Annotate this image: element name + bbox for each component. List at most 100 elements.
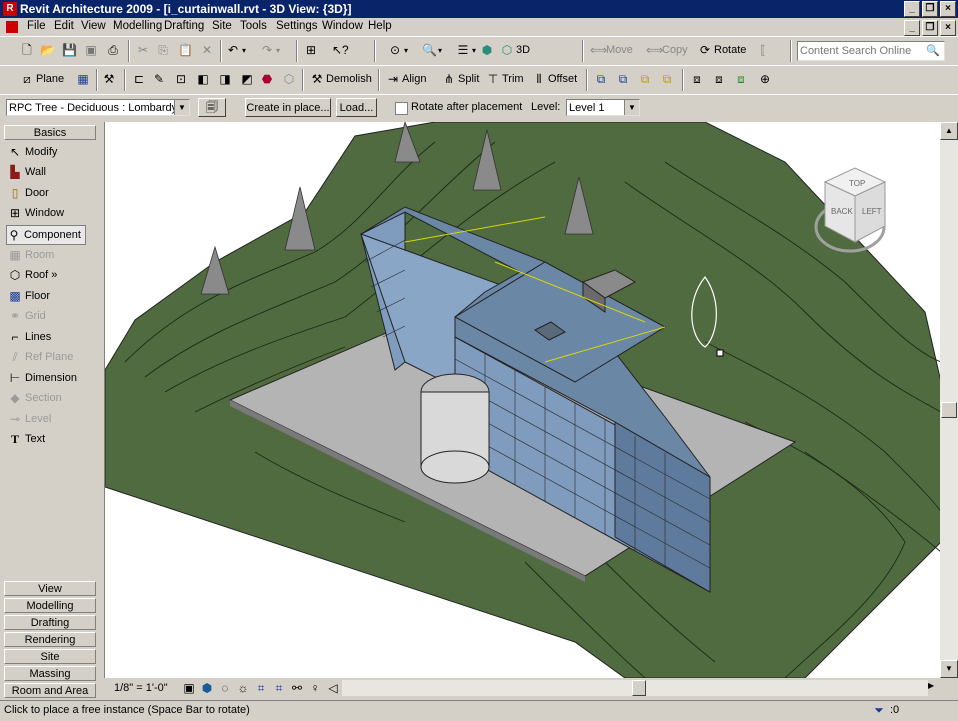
design-item-wall[interactable]: ▙ Wall — [8, 163, 46, 181]
undo-icon[interactable]: ↶ ▾ — [226, 43, 246, 57]
match-type-icon[interactable]: ⊏ — [132, 72, 146, 86]
viewcube-back[interactable]: BACK — [831, 207, 853, 216]
view-scale[interactable]: 1/8" = 1'-0" — [114, 682, 168, 694]
group-icon[interactable]: ⧉ — [594, 72, 608, 86]
design-item-floor[interactable]: ▩ Floor — [8, 287, 50, 305]
viewcube-top[interactable]: TOP — [849, 179, 865, 188]
scale-icon[interactable]: ⊕ — [758, 72, 772, 86]
ungroup-icon[interactable]: ⧉ — [660, 72, 674, 86]
content-search-input[interactable]: Content Search Online 🔍 — [797, 41, 945, 61]
restore-button[interactable]: ❐ — [922, 1, 938, 17]
tab-basics[interactable]: Basics — [4, 125, 96, 140]
cut-icon[interactable]: ✂ — [136, 43, 150, 57]
sun-icon[interactable]: ☼ — [236, 681, 250, 695]
horizontal-scroll-thumb[interactable] — [632, 680, 646, 696]
menu-view[interactable]: View — [81, 20, 106, 32]
minimize-button[interactable]: _ — [904, 1, 920, 17]
save-to-central-icon[interactable]: ▣ — [84, 43, 98, 57]
split-face-icon[interactable]: ⊡ — [174, 72, 188, 86]
design-item-section[interactable]: ◆ Section — [8, 389, 61, 407]
menu-drafting[interactable]: Drafting — [164, 20, 204, 32]
design-item-roof[interactable]: ⬡ Roof » — [8, 266, 58, 284]
revit-app-icon[interactable]: R — [3, 2, 17, 16]
design-item-door[interactable]: ▯ Door — [8, 184, 49, 202]
3d-viewport[interactable]: TOP BACK LEFT — [104, 122, 941, 678]
mirror-icon[interactable]: ⟦ — [756, 43, 770, 57]
design-item-level[interactable]: ⊸ Level — [8, 410, 51, 428]
tab-room-and-area[interactable]: Room and Area — [4, 683, 96, 698]
filter-icon[interactable]: ⏷ — [872, 703, 886, 717]
tab-rendering[interactable]: Rendering — [4, 632, 96, 647]
model-graphics-style-icon[interactable]: ⬢ — [200, 681, 214, 695]
show-work-plane-icon[interactable]: ▦ — [76, 72, 90, 86]
demolish-button[interactable]: ⚒ Demolish — [310, 72, 372, 86]
menu-file[interactable]: File — [27, 20, 46, 32]
horizontal-scrollbar[interactable] — [342, 680, 928, 696]
unjoin-geometry-icon[interactable]: ◨ — [218, 72, 232, 86]
paint-icon[interactable]: ⬣ — [260, 72, 274, 86]
menu-site[interactable]: Site — [212, 20, 232, 32]
design-item-text[interactable]: T Text — [8, 430, 45, 448]
new-icon[interactable]: 🗋 — [20, 43, 34, 57]
default-3d-view-icon[interactable]: ⬡ 3D — [500, 43, 530, 57]
join-geometry-icon[interactable]: ◧ — [196, 72, 210, 86]
tab-drafting[interactable]: Drafting — [4, 615, 96, 630]
design-item-ref-plane[interactable]: ⫽ Ref Plane — [8, 348, 73, 366]
array-icon[interactable]: ⧈ — [734, 72, 748, 86]
remove-paint-icon[interactable]: ⬡ — [282, 72, 296, 86]
doc-icon[interactable] — [6, 21, 18, 33]
design-item-component[interactable]: ⚲ Component — [6, 225, 86, 245]
copy-button[interactable]: ⟺ Copy — [646, 43, 688, 57]
show-crop-icon[interactable]: ⌗ — [272, 681, 286, 695]
design-item-lines[interactable]: ⌐ Lines — [8, 328, 51, 346]
search-icon[interactable]: 🔍 — [926, 42, 940, 60]
delete-icon[interactable]: ✕ — [200, 43, 214, 57]
measure-icon[interactable]: ⊞ — [304, 43, 318, 57]
doc-minimize-button[interactable]: _ — [904, 20, 920, 36]
zoom-region-icon[interactable]: ⊙ ▾ — [388, 43, 408, 57]
copy-to-clipboard-icon[interactable]: ⧈ — [690, 72, 704, 86]
vertical-scroll-thumb[interactable] — [941, 402, 957, 418]
create-in-place-button[interactable]: Create in place... — [245, 98, 331, 117]
menu-window[interactable]: Window — [322, 20, 363, 32]
menu-modelling[interactable]: Modelling — [113, 20, 162, 32]
shading-icon[interactable]: ⬢ — [480, 43, 494, 57]
design-item-dimension[interactable]: ⊢ Dimension — [8, 369, 77, 387]
doc-restore-button[interactable]: ❐ — [922, 20, 938, 36]
paint-brush-icon[interactable]: ✎ — [152, 72, 166, 86]
close-button[interactable]: × — [940, 1, 956, 17]
design-item-room[interactable]: ▦ Room — [8, 246, 54, 264]
save-icon[interactable]: 💾 — [62, 43, 77, 57]
viewcube-left[interactable]: LEFT — [862, 207, 882, 216]
tab-view[interactable]: View — [4, 581, 96, 596]
tab-massing[interactable]: Massing — [4, 666, 96, 681]
lock-3d-icon[interactable]: ◁ — [326, 681, 340, 695]
design-item-modify[interactable]: ↖ Modify — [8, 143, 57, 161]
link-icon[interactable]: ⧈ — [712, 72, 726, 86]
tab-site[interactable]: Site — [4, 649, 96, 664]
scroll-down-icon[interactable]: ▼ — [940, 660, 958, 678]
edit-group-icon[interactable]: ⧉ — [638, 72, 652, 86]
level-selector[interactable]: Level 1 ▼ — [566, 99, 640, 116]
split-button[interactable]: ⋔ Split — [442, 72, 479, 86]
align-button[interactable]: ⇥ Align — [386, 72, 427, 86]
type-properties-button[interactable]: 🗐 — [198, 98, 226, 117]
tab-modelling[interactable]: Modelling — [4, 598, 96, 613]
doc-close-button[interactable]: × — [940, 20, 956, 36]
paste-icon[interactable]: 📋 — [178, 43, 193, 57]
move-button[interactable]: ⟺ Move — [590, 43, 633, 57]
3d-model-view[interactable]: TOP BACK LEFT — [105, 122, 941, 678]
create-group-icon[interactable]: ⧉ — [616, 72, 630, 86]
wall-join-icon[interactable]: ⚒ — [102, 72, 116, 86]
copy-icon[interactable]: ⎘ — [156, 43, 170, 57]
cut-geometry-icon[interactable]: ◩ — [240, 72, 254, 86]
chevron-down-icon[interactable]: ▼ — [624, 100, 639, 115]
temporary-hide-icon[interactable]: ⚯ — [290, 681, 304, 695]
scroll-right-icon[interactable]: ▶ — [928, 681, 934, 690]
rotate-after-placement-checkbox[interactable] — [395, 102, 408, 115]
design-item-grid[interactable]: ⚭ Grid — [8, 307, 46, 325]
menu-help[interactable]: Help — [368, 20, 392, 32]
rotate-button[interactable]: ⟳ Rotate — [698, 43, 746, 57]
reveal-hidden-icon[interactable]: ♀ — [308, 681, 322, 695]
whats-this-icon[interactable]: ↖? — [332, 43, 349, 57]
